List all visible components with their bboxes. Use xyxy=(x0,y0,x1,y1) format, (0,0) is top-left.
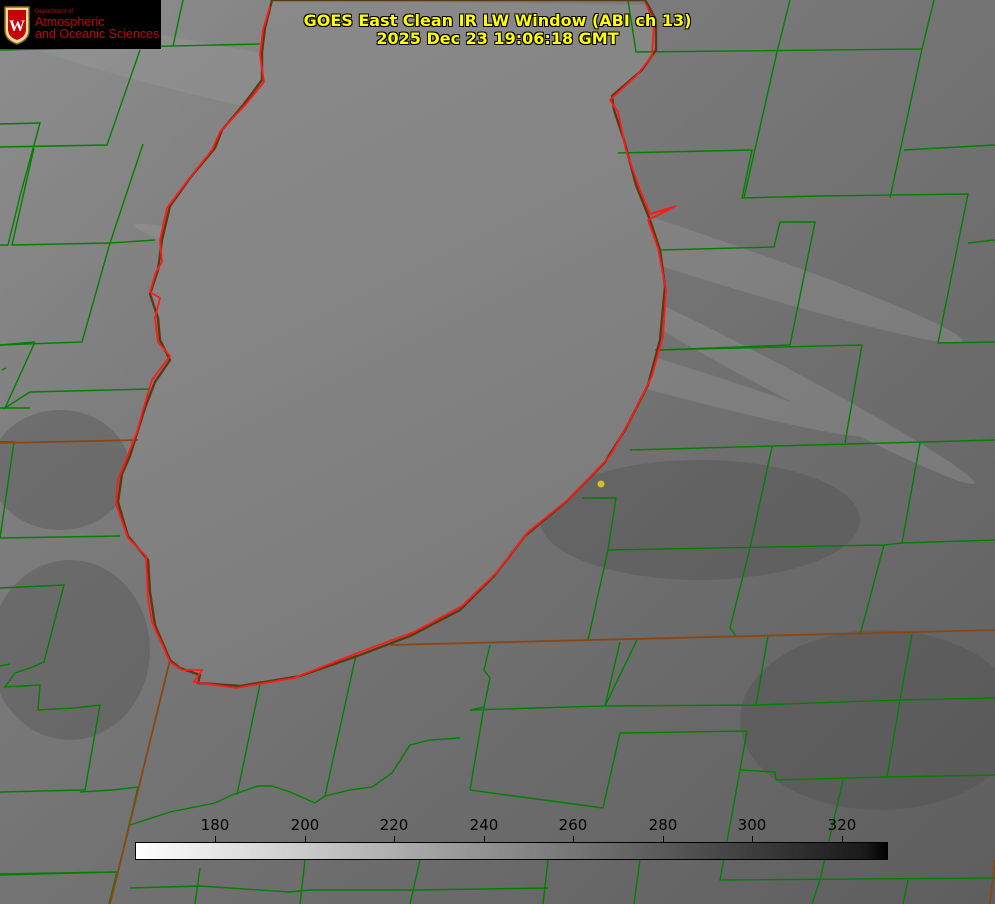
aos-logo[interactable]: W Department of Atmospheric and Oceanic … xyxy=(0,0,161,49)
crest-letter: W xyxy=(9,18,25,35)
colorbar-tick-label: 320 xyxy=(827,816,857,834)
satellite-map[interactable] xyxy=(0,0,995,904)
colorbar-tick-mark xyxy=(215,836,216,843)
colorbar-tick-label: 200 xyxy=(290,816,320,834)
university-crest-icon: W xyxy=(4,5,30,45)
colorbar-tick-label: 180 xyxy=(200,816,230,834)
colorbar-tick-label: 220 xyxy=(379,816,409,834)
colorbar-tick-mark xyxy=(842,836,843,843)
colorbar-tick-label: 300 xyxy=(737,816,767,834)
colorbar-tick-label: 240 xyxy=(469,816,499,834)
temperature-colorbar xyxy=(135,842,888,860)
colorbar-tick-mark xyxy=(663,836,664,843)
colorbar-tick-mark xyxy=(484,836,485,843)
colorbar-tick-mark xyxy=(573,836,574,843)
colorbar-tick-mark xyxy=(305,836,306,843)
map-canvas xyxy=(0,0,995,904)
colorbar-tick-label: 260 xyxy=(558,816,588,834)
colorbar-tick-mark xyxy=(394,836,395,843)
colorbar-tick-mark xyxy=(752,836,753,843)
logo-text: Department of Atmospheric and Oceanic Sc… xyxy=(35,9,159,40)
logo-name-line-2: and Oceanic Sciences xyxy=(35,27,160,41)
colorbar-tick-label: 280 xyxy=(648,816,678,834)
location-marker-icon[interactable] xyxy=(597,480,605,488)
